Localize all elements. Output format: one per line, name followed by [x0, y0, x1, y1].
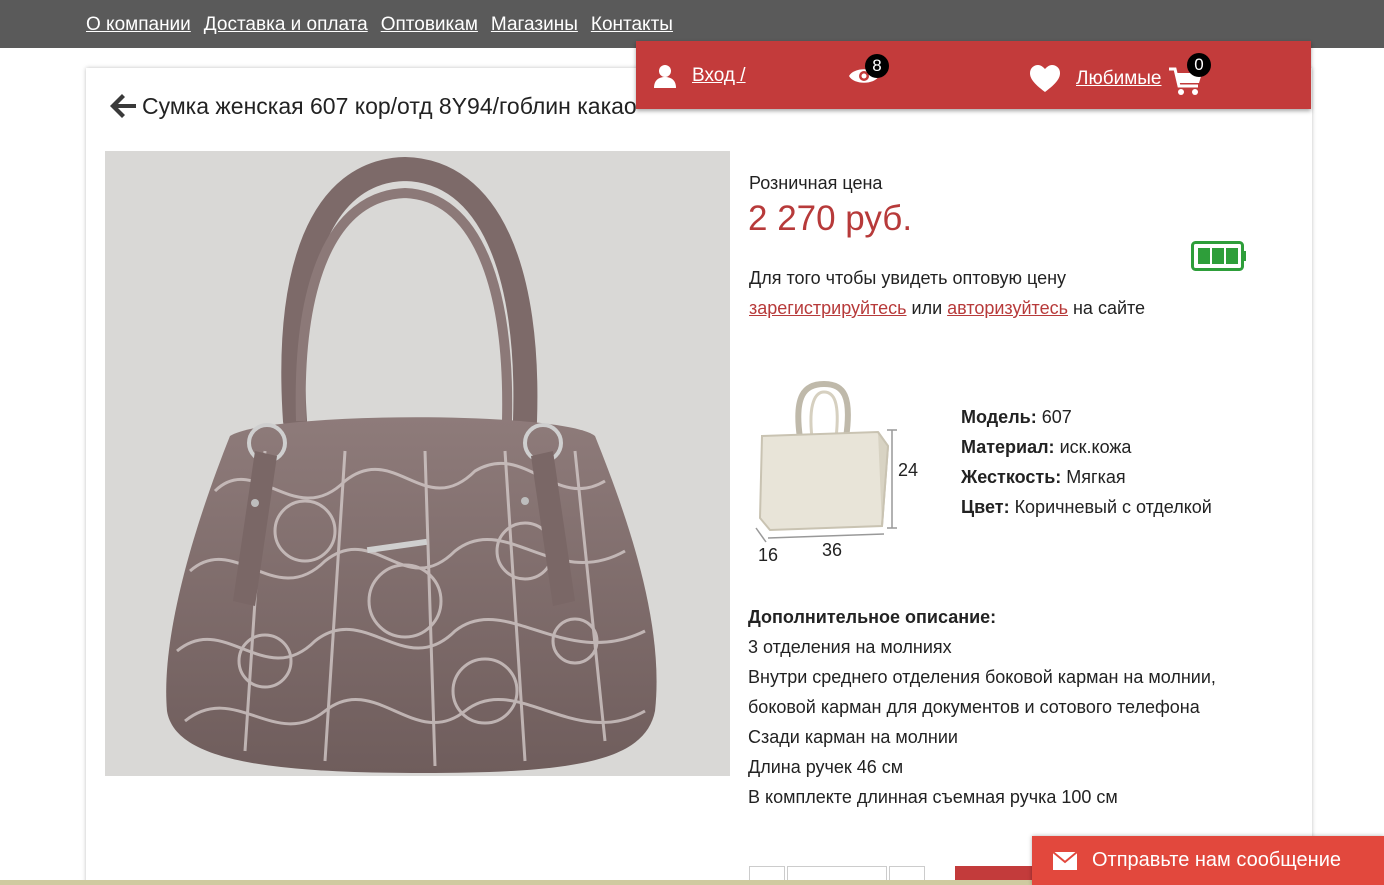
wholesale-text: Для того чтобы увидеть оптовую цену	[749, 268, 1067, 288]
page-title: Сумка женская 607 кор/отд 8Y94/гоблин ка…	[142, 92, 637, 119]
spec-rigidity: Жесткость: Мягкая	[961, 462, 1212, 492]
spec-value: иск.кожа	[1054, 437, 1132, 457]
wholesale-after: на сайте	[1067, 298, 1146, 318]
nav-delivery[interactable]: Доставка и оплата	[204, 14, 368, 36]
nav-about[interactable]: О компании	[86, 14, 191, 36]
spec-color: Цвет: Коричневый с отделкой	[961, 492, 1212, 522]
heart-icon	[1030, 65, 1060, 93]
bag-dimensions-diagram: 24 16 36	[752, 378, 942, 568]
spec-model: Модель: 607	[961, 402, 1212, 432]
dimension-depth: 16	[758, 545, 779, 565]
description-line: Длина ручек 46 см	[748, 757, 904, 777]
top-nav: О компании Доставка и оплата Оптовикам М…	[86, 14, 673, 36]
nav-shops[interactable]: Магазины	[491, 14, 578, 36]
wholesale-notice: Для того чтобы увидеть оптовую цену заре…	[749, 263, 1149, 323]
login-link-group[interactable]: Вход /	[652, 63, 746, 89]
battery-full-icon	[1191, 241, 1247, 276]
user-icon	[652, 63, 678, 89]
product-header: Сумка женская 607 кор/отд 8Y94/гоблин ка…	[106, 90, 637, 122]
additional-description: Дополнительное описание: 3 отделения на …	[748, 602, 1248, 812]
send-message-label: Отправьте нам сообщение	[1092, 849, 1341, 871]
spec-material: Материал: иск.кожа	[961, 432, 1212, 462]
cart-count-badge: 0	[1187, 53, 1211, 77]
spec-label: Цвет:	[961, 497, 1010, 517]
authorize-link[interactable]: авторизуйтесь	[947, 298, 1068, 318]
user-bar: Вход / 8 Любимые 0	[636, 41, 1311, 109]
description-line: Внутри среднего отделения боковой карман…	[748, 667, 1216, 717]
favorites-link[interactable]: Любимые	[1076, 68, 1162, 90]
nav-wholesale[interactable]: Оптовикам	[381, 14, 478, 36]
wholesale-or: или	[906, 298, 948, 318]
favorites-link-group[interactable]: Любимые	[1030, 65, 1162, 93]
description-line: Сзади карман на молнии	[748, 727, 958, 747]
back-arrow-icon[interactable]	[106, 90, 138, 122]
handbag-illustration	[105, 151, 730, 776]
description-line: В комплекте длинная съемная ручка 100 см	[748, 787, 1118, 807]
price-label: Розничная цена	[749, 173, 883, 193]
spec-label: Материал:	[961, 437, 1055, 457]
envelope-icon	[1052, 850, 1078, 871]
spec-value: 607	[1036, 407, 1072, 427]
login-link[interactable]: Вход /	[692, 65, 746, 87]
product-image[interactable]	[105, 151, 730, 776]
spec-value: Мягкая	[1061, 467, 1126, 487]
spec-label: Модель:	[961, 407, 1037, 427]
register-link[interactable]: зарегистрируйтесь	[749, 298, 907, 318]
description-heading: Дополнительное описание:	[748, 607, 997, 627]
dimension-height: 24	[898, 460, 919, 480]
send-message-button[interactable]: Отправьте нам сообщение	[1032, 836, 1384, 885]
price-value: 2 270 руб.	[748, 199, 913, 238]
description-line: 3 отделения на молниях	[748, 637, 952, 657]
nav-contacts[interactable]: Контакты	[591, 14, 673, 36]
spec-label: Жесткость:	[961, 467, 1062, 487]
product-specs: Модель: 607 Материал: иск.кожа Жесткость…	[961, 402, 1212, 522]
viewed-count-badge: 8	[865, 54, 889, 78]
dimension-width: 36	[822, 540, 843, 560]
spec-value: Коричневый с отделкой	[1009, 497, 1212, 517]
